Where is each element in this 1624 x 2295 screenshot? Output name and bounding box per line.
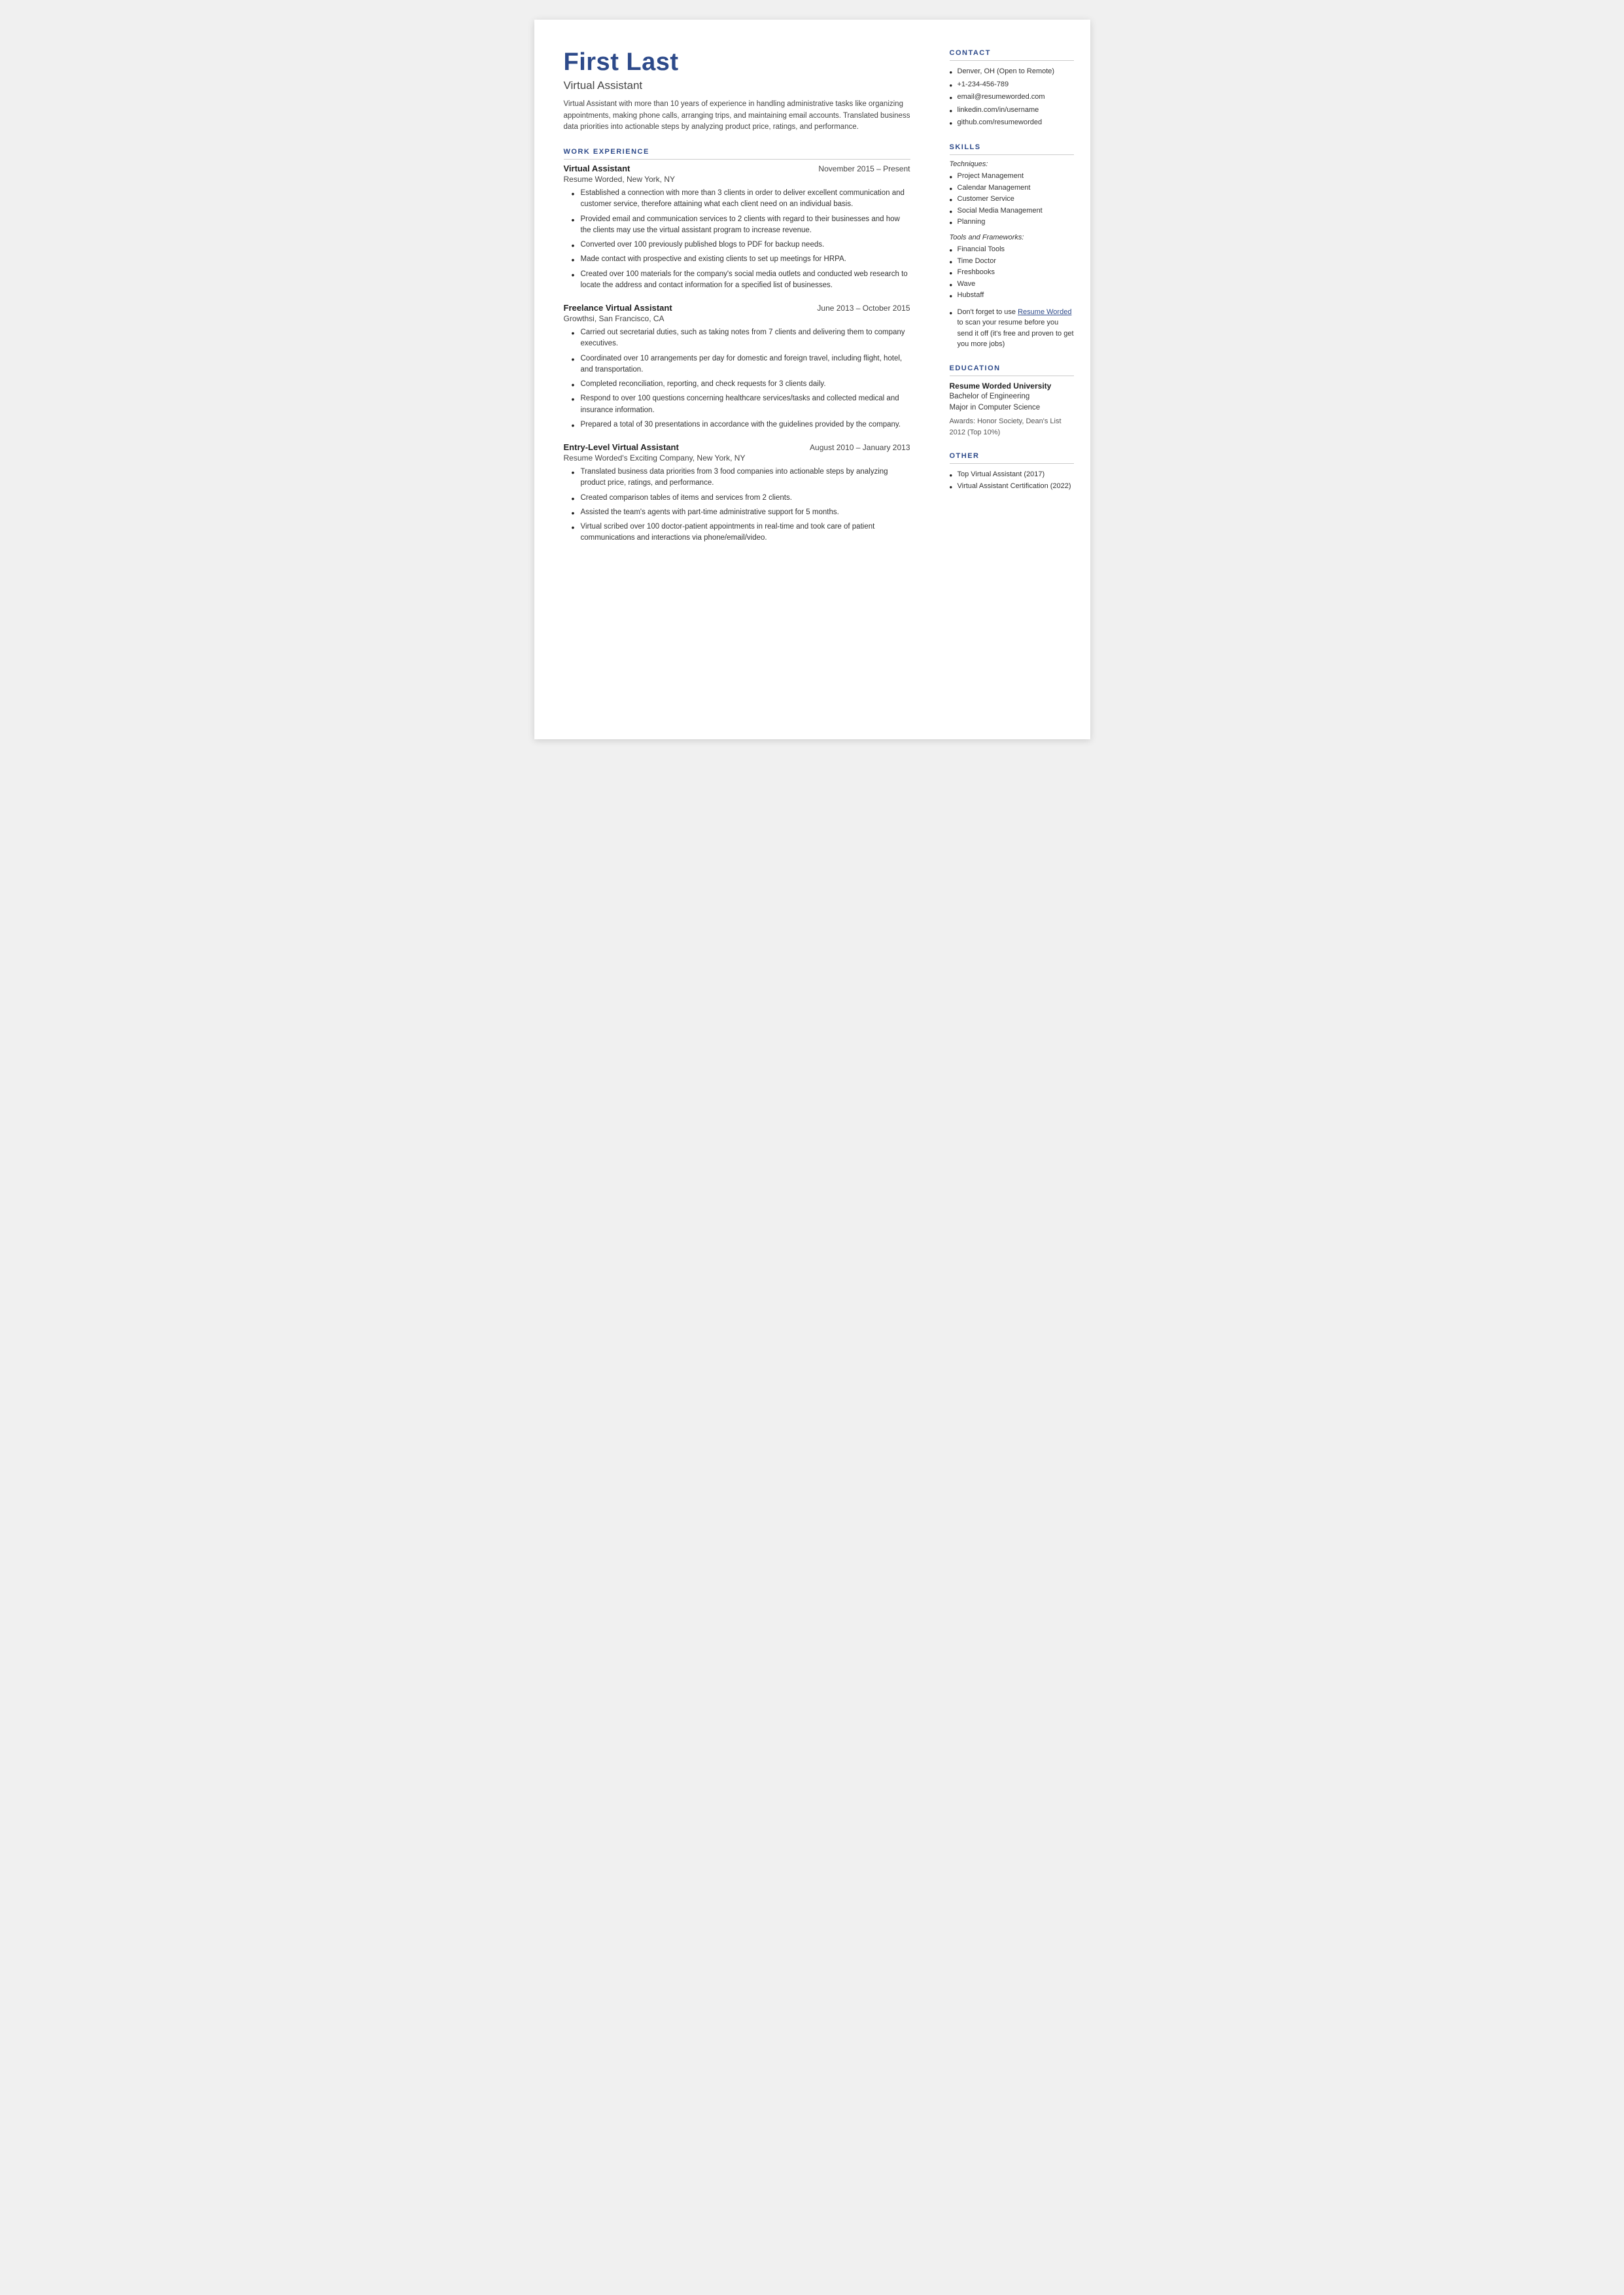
list-item: Completed reconciliation, reporting, and…	[572, 379, 910, 390]
candidate-name: First Last	[564, 49, 910, 77]
education-section-title: EDUCATION	[950, 364, 1074, 376]
list-item: Hubstaff	[950, 290, 1074, 302]
resume-page: First Last Virtual Assistant Virtual Ass…	[534, 20, 1090, 739]
list-item: Time Doctor	[950, 256, 1074, 268]
list-item: Wave	[950, 279, 1074, 290]
edu-degree-line2: Major in Computer Science	[950, 402, 1074, 413]
education-section: EDUCATION Resume Worded University Bache…	[950, 364, 1074, 438]
list-item: Created comparison tables of items and s…	[572, 493, 910, 504]
right-column: CONTACT Denver, OH (Open to Remote) +1-2…	[933, 20, 1090, 739]
job-header-1: Virtual Assistant November 2015 – Presen…	[564, 164, 910, 173]
job-company-2: Growthsi, San Francisco, CA	[564, 314, 910, 323]
candidate-job-title: Virtual Assistant	[564, 79, 910, 92]
list-item: Virtual Assistant Certification (2022)	[950, 481, 1074, 493]
left-column: First Last Virtual Assistant Virtual Ass…	[534, 20, 933, 739]
list-item: Project Management	[950, 171, 1074, 183]
job-dates-3: August 2010 – January 2013	[810, 443, 910, 452]
list-item: Freshbooks	[950, 267, 1074, 279]
list-item: Created over 100 materials for the compa…	[572, 269, 910, 292]
job-bullets-2: Carried out secretarial duties, such as …	[564, 327, 910, 430]
list-item: Established a connection with more than …	[572, 188, 910, 211]
list-item: Prepared a total of 30 presentations in …	[572, 419, 910, 430]
list-item: Converted over 100 previously published …	[572, 239, 910, 251]
list-item: Made contact with prospective and existi…	[572, 254, 910, 265]
edu-degree-line1: Bachelor of Engineering	[950, 391, 1074, 402]
list-item: Financial Tools	[950, 244, 1074, 256]
other-list: Top Virtual Assistant (2017) Virtual Ass…	[950, 469, 1074, 492]
job-header-2: Freelance Virtual Assistant June 2013 – …	[564, 303, 910, 313]
list-item: Social Media Management	[950, 205, 1074, 217]
skills-section-title: SKILLS	[950, 143, 1074, 155]
tools-label: Tools and Frameworks:	[950, 234, 1074, 241]
list-item: Coordinated over 10 arrangements per day…	[572, 353, 910, 376]
job-header-3: Entry-Level Virtual Assistant August 201…	[564, 442, 910, 452]
job-block-1: Virtual Assistant November 2015 – Presen…	[564, 164, 910, 291]
job-dates-1: November 2015 – Present	[818, 164, 910, 173]
work-experience-section-title: WORK EXPERIENCE	[564, 148, 910, 160]
skills-section: SKILLS Techniques: Project Management Ca…	[950, 143, 1074, 350]
edu-awards: Awards: Honor Society, Dean's List 2012 …	[950, 416, 1074, 438]
candidate-summary: Virtual Assistant with more than 10 year…	[564, 99, 910, 133]
list-item: Denver, OH (Open to Remote)	[950, 66, 1074, 78]
job-title-3: Entry-Level Virtual Assistant	[564, 442, 679, 452]
list-item: +1-234-456-789	[950, 79, 1074, 91]
list-item: Provided email and communication service…	[572, 214, 910, 237]
skills-note-suffix: to scan your resume before you send it o…	[958, 319, 1074, 348]
job-bullets-1: Established a connection with more than …	[564, 188, 910, 291]
skills-note-prefix: Don't forget to use	[958, 308, 1018, 316]
edu-school: Resume Worded University	[950, 381, 1074, 391]
techniques-label: Techniques:	[950, 160, 1074, 168]
job-title-2: Freelance Virtual Assistant	[564, 303, 672, 313]
contact-list: Denver, OH (Open to Remote) +1-234-456-7…	[950, 66, 1074, 129]
job-company-1: Resume Worded, New York, NY	[564, 175, 910, 184]
job-company-3: Resume Worded's Exciting Company, New Yo…	[564, 453, 910, 463]
job-block-2: Freelance Virtual Assistant June 2013 – …	[564, 303, 910, 430]
list-item: email@resumeworded.com	[950, 92, 1074, 103]
resume-worded-link[interactable]: Resume Worded	[1018, 308, 1071, 316]
other-section-title: OTHER	[950, 452, 1074, 464]
list-item: Virtual scribed over 100 doctor-patient …	[572, 521, 910, 544]
skills-note: Don't forget to use Resume Worded to sca…	[950, 307, 1074, 350]
list-item: github.com/resumeworded	[950, 117, 1074, 129]
list-item: Top Virtual Assistant (2017)	[950, 469, 1074, 481]
list-item: Respond to over 100 questions concerning…	[572, 393, 910, 416]
name-title-section: First Last Virtual Assistant Virtual Ass…	[564, 49, 910, 133]
list-item: Calendar Management	[950, 183, 1074, 194]
job-bullets-3: Translated business data priorities from…	[564, 466, 910, 544]
job-title-1: Virtual Assistant	[564, 164, 631, 173]
contact-section: CONTACT Denver, OH (Open to Remote) +1-2…	[950, 49, 1074, 129]
techniques-list: Project Management Calendar Management C…	[950, 171, 1074, 228]
tools-list: Financial Tools Time Doctor Freshbooks W…	[950, 244, 1074, 302]
list-item: Carried out secretarial duties, such as …	[572, 327, 910, 350]
list-item: Assisted the team's agents with part-tim…	[572, 507, 910, 518]
list-item: Customer Service	[950, 194, 1074, 205]
list-item: Planning	[950, 217, 1074, 228]
list-item: Translated business data priorities from…	[572, 466, 910, 489]
contact-section-title: CONTACT	[950, 49, 1074, 61]
job-dates-2: June 2013 – October 2015	[817, 304, 910, 313]
list-item: linkedin.com/in/username	[950, 105, 1074, 116]
job-block-3: Entry-Level Virtual Assistant August 201…	[564, 442, 910, 544]
other-section: OTHER Top Virtual Assistant (2017) Virtu…	[950, 452, 1074, 492]
